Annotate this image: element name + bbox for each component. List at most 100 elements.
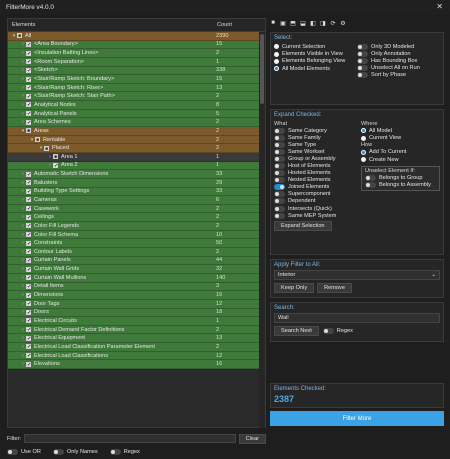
table-row[interactable]: › ✔ Area 21: [8, 161, 260, 171]
select-flag-toggle[interactable]: Has Bounding Box: [357, 57, 440, 64]
row-checkbox[interactable]: ✔: [26, 309, 31, 315]
row-checkbox[interactable]: ■: [26, 128, 31, 134]
row-checkbox[interactable]: ✔: [26, 50, 31, 56]
row-checkbox[interactable]: ✔: [26, 93, 31, 99]
select-flag-toggle[interactable]: Unselect All on Run: [357, 64, 440, 71]
table-row[interactable]: › ✔ Curtain Wall Grids 32: [8, 265, 260, 274]
table-row[interactable]: › ✔ <Stair/Ramp Sketch: Boundary> 15: [8, 75, 260, 84]
table-row[interactable]: › ✔ Electrical Load Classifications 12: [8, 351, 260, 361]
row-checkbox[interactable]: ✔: [26, 232, 31, 238]
row-checkbox[interactable]: ✔: [26, 180, 31, 186]
table-row[interactable]: › ✔ Electrical Load Classification Paramet…: [8, 343, 260, 352]
row-checkbox[interactable]: ✔: [26, 59, 31, 65]
scrollbar-thumb[interactable]: [260, 34, 264, 104]
toolbar-icon[interactable]: ▣: [280, 20, 286, 27]
table-row[interactable]: › ✔ Contour Labels 2: [8, 248, 260, 257]
table-row[interactable]: › ✔ Detail Items 3: [8, 282, 260, 292]
row-checkbox[interactable]: ■: [35, 137, 40, 143]
row-checkbox[interactable]: ✔: [26, 249, 31, 255]
table-row[interactable]: › ✔ Analytical Nodes 8: [8, 101, 260, 110]
select-flag-toggle[interactable]: Sort by Phase: [357, 71, 440, 78]
row-checkbox[interactable]: ✔: [53, 162, 58, 168]
row-checkbox[interactable]: ✔: [26, 344, 31, 350]
table-row[interactable]: › ✔ Building Type Settings 33: [8, 187, 260, 197]
row-checkbox[interactable]: ✔: [26, 188, 31, 194]
what-toggle[interactable]: Hosted Elements: [274, 170, 361, 177]
table-row[interactable]: › ✔ Electrical Equipment 13: [8, 334, 260, 344]
table-row[interactable]: › ✔ Cameras 6: [8, 196, 260, 205]
row-checkbox[interactable]: ✔: [26, 206, 31, 212]
row-checkbox[interactable]: ✔: [26, 318, 31, 324]
row-checkbox[interactable]: ✔: [26, 85, 31, 91]
select-scope-option[interactable]: All Model Elements: [274, 65, 357, 72]
filter-input[interactable]: [23, 434, 236, 443]
filter-more-button[interactable]: Filter More: [270, 411, 444, 426]
search-input[interactable]: Wall: [274, 313, 440, 323]
row-checkbox[interactable]: ✔: [26, 102, 31, 108]
what-toggle[interactable]: Group or Assembly: [274, 155, 361, 162]
vertical-scrollbar[interactable]: [259, 32, 265, 428]
table-row[interactable]: › ✔ Area Schemes 2: [8, 118, 260, 128]
select-flag-toggle[interactable]: Only 3D Modeled: [357, 43, 440, 50]
what-toggle[interactable]: Dependent: [274, 198, 361, 205]
table-row[interactable]: › ✔ Curtain Wall Mullions 140: [8, 273, 260, 283]
select-scope-option[interactable]: Elements Belonging View: [274, 58, 357, 65]
toolbar-icon[interactable]: ⟳: [330, 20, 336, 27]
table-row[interactable]: › ✔ Curtain Panels 44: [8, 256, 260, 266]
row-checkbox[interactable]: ✔: [26, 214, 31, 220]
use-or-toggle[interactable]: Use OR: [7, 448, 41, 455]
header-elements[interactable]: Elements: [12, 22, 35, 28]
what-toggle[interactable]: Same Category: [274, 127, 361, 134]
table-row[interactable]: › ✔ Electrical Demand Factor Definitions 2: [8, 325, 260, 335]
what-toggle[interactable]: Supercomponent: [274, 191, 361, 198]
table-row[interactable]: › ✔ Analytical Panels 5: [8, 109, 260, 119]
select-flag-toggle[interactable]: Only Annotation: [357, 50, 440, 57]
table-row[interactable]: › ✔ <Stair/Ramp Sketch: Stair Path> 2: [8, 92, 260, 102]
filter-select[interactable]: Interior ⌄: [274, 270, 440, 280]
close-icon[interactable]: ✕: [436, 2, 443, 11]
toolbar-icon[interactable]: ◧: [310, 20, 316, 27]
table-row[interactable]: › ■ Area 11: [8, 152, 260, 162]
what-toggle[interactable]: Intersects (Quick): [274, 205, 361, 212]
table-row[interactable]: › ✔ <Sketch> 338: [8, 66, 260, 76]
row-checkbox[interactable]: ✔: [26, 197, 31, 203]
row-checkbox[interactable]: ✔: [26, 67, 31, 73]
only-names-toggle[interactable]: Only Names: [52, 448, 98, 455]
row-checkbox[interactable]: ✔: [26, 335, 31, 341]
row-checkbox[interactable]: ✔: [26, 41, 31, 47]
table-row[interactable]: › ✔ Casework 2: [8, 204, 260, 214]
toolbar-icon[interactable]: ◨: [320, 20, 326, 27]
row-checkbox[interactable]: ✔: [26, 301, 31, 307]
select-scope-option[interactable]: Current Selection: [274, 43, 357, 50]
table-row[interactable]: ▾ ■ Rentable 2: [8, 135, 260, 145]
clear-button[interactable]: Clear: [238, 433, 266, 444]
row-checkbox[interactable]: ✔: [26, 361, 31, 367]
table-row[interactable]: › ✔ Elevations 16: [8, 360, 260, 369]
row-checkbox[interactable]: ✔: [26, 76, 31, 82]
table-row[interactable]: › ✔ Color Fill Schema 10: [8, 230, 260, 240]
where-option[interactable]: Current View: [360, 134, 440, 141]
row-checkbox[interactable]: ■: [44, 145, 49, 151]
where-option[interactable]: All Model: [360, 127, 440, 134]
search-next-button[interactable]: Search Next: [274, 326, 319, 336]
table-row[interactable]: › ✔ Electrical Circuits 1: [8, 317, 260, 326]
table-row[interactable]: ▾ ■ All 2390: [8, 32, 260, 41]
unselect-toggle[interactable]: Belongs to Group: [364, 175, 436, 182]
row-checkbox[interactable]: ✔: [26, 223, 31, 229]
table-row[interactable]: › ✔ <Stair/Ramp Sketch: Riser> 13: [8, 83, 260, 93]
table-row[interactable]: › ✔ Color Fill Legends 2: [8, 222, 260, 231]
table-row[interactable]: › ✔ Dimensions 16: [8, 291, 260, 300]
header-count[interactable]: Count: [217, 22, 261, 28]
row-checkbox[interactable]: ■: [53, 154, 58, 160]
row-checkbox[interactable]: ✔: [26, 327, 31, 333]
what-toggle[interactable]: Joined Elements: [274, 184, 361, 191]
expand-selection-button[interactable]: Expand Selection: [274, 221, 332, 232]
keep-only-button[interactable]: Keep Only: [274, 283, 315, 293]
table-row[interactable]: › ✔ <Insulation Batting Lines> 2: [8, 49, 260, 58]
row-checkbox[interactable]: ✔: [26, 292, 31, 298]
table-row[interactable]: › ✔ Doors 18: [8, 308, 260, 318]
row-checkbox[interactable]: ✔: [26, 283, 31, 289]
what-toggle[interactable]: Same MEP System: [274, 212, 361, 219]
table-row[interactable]: › ✔ Constraints 50: [8, 239, 260, 249]
row-checkbox[interactable]: ✔: [26, 111, 31, 117]
